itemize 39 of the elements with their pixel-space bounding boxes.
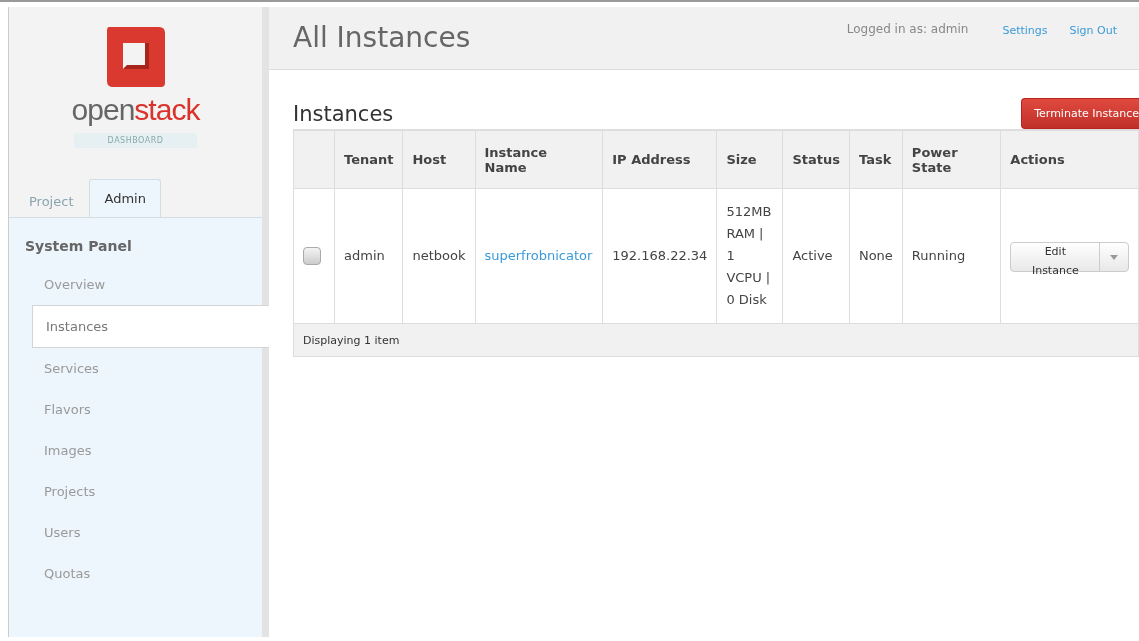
nav-item[interactable]: Quotas [9, 553, 262, 594]
table-header: Instance Name [475, 130, 603, 189]
page-title: All Instances [293, 20, 472, 56]
dashboard-badge: DASHBOARD [73, 133, 198, 148]
nav-item[interactable]: Services [9, 348, 262, 389]
panel-title: System Panel [24, 238, 133, 254]
table-header: Tenant [334, 130, 403, 189]
table-header: Size [716, 130, 783, 189]
table-header: Actions [1000, 130, 1139, 189]
table-cell: None [849, 188, 903, 324]
table-cell: Running [902, 188, 1001, 324]
dashboard-tab[interactable]: Project [15, 185, 88, 217]
user-label: Logged in as: admin [846, 21, 969, 38]
section-title: Instances [293, 104, 394, 125]
table-header: Power State [902, 130, 1001, 189]
nav-item[interactable]: Instances [32, 305, 269, 348]
nav-item[interactable]: Projects [9, 471, 262, 512]
table-cell: 192.168.22.34 [602, 188, 717, 324]
instance-link[interactable]: superfrobnicator [484, 247, 593, 263]
header-link[interactable]: Settings [1002, 7, 1048, 69]
table-cell: admin [334, 188, 403, 324]
nav-item[interactable]: Users [9, 512, 262, 553]
nav-item[interactable]: Images [9, 430, 262, 471]
table-cell: netbook [402, 188, 475, 324]
header-link[interactable]: Sign Out [1069, 7, 1117, 69]
table-header: Task [849, 130, 903, 189]
row-checkbox[interactable] [303, 247, 321, 266]
table-header: Status [782, 130, 850, 189]
dashboard-tab[interactable]: Admin [89, 179, 161, 217]
nav-item[interactable]: Flavors [9, 389, 262, 430]
terminate-button[interactable]: Terminate Instance [1021, 98, 1139, 129]
table-header: IP Address [602, 130, 717, 189]
table-footer: Displaying 1 item [293, 323, 1139, 357]
caret-icon [1110, 254, 1119, 260]
table-cell: 512MB RAM | 1 VCPU | 0 Disk [716, 188, 783, 324]
table-cell: Active [782, 188, 850, 324]
nav-item[interactable]: Overview [9, 264, 262, 305]
openstack-logo: openstack [71, 95, 200, 125]
table-header: Host [402, 130, 475, 189]
